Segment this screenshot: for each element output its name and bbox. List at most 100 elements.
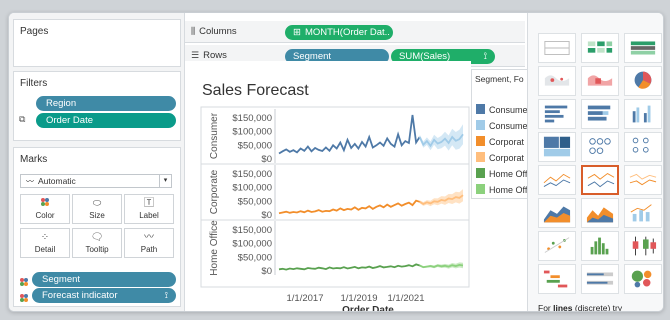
label-icon: 🅃 <box>144 198 154 209</box>
legend-title: Segment, Fo <box>475 74 524 84</box>
showme-area-continuous[interactable] <box>538 198 576 228</box>
showme-box-and-whisker[interactable] <box>624 231 662 261</box>
show-me-hint: For lines (discrete) try <box>538 303 623 312</box>
y-tick-label: $0 <box>261 266 272 277</box>
marks-forecast-pill[interactable]: Forecast indicator ⟟ <box>32 288 176 303</box>
columns-icon: ⫼ <box>191 26 196 36</box>
filters-card: Filters Region ⧉ Order Date <box>13 71 181 141</box>
showme-symbol-map[interactable] <box>538 66 576 96</box>
dual-combination-icon <box>630 204 652 222</box>
showme-stacked-bars[interactable] <box>581 99 619 129</box>
size-icon: ⬭ <box>92 198 102 209</box>
legend-swatch <box>476 136 485 146</box>
y-tick-label: $100,000 <box>232 127 272 138</box>
chart-title: Sales Forecast <box>202 82 309 99</box>
detail-icon: ⁘ <box>40 232 50 243</box>
showme-packed-bubbles[interactable] <box>624 264 662 294</box>
text-table-icon <box>544 41 570 55</box>
legend-item[interactable]: Consume <box>476 104 528 116</box>
pane-label: Consumer <box>209 112 220 159</box>
detail-button[interactable]: ⁘ Detail <box>20 228 70 258</box>
mark-type-select[interactable]: 〰 Automatic ▾ <box>20 174 172 188</box>
area-discrete-icon <box>586 207 614 223</box>
legend-label: Home Offi <box>489 169 529 179</box>
showme-text-table[interactable] <box>538 33 576 63</box>
viz-area: Sales Forecast Consumer $0 $50,000 $100,000 $… <box>185 61 471 311</box>
y-tick-label: $100,000 <box>232 239 272 250</box>
showme-continuous-lines[interactable] <box>538 165 576 195</box>
columns-month-pill[interactable]: ⊞ MONTH(Order Dat.. <box>285 25 393 40</box>
filter-order-date-pill[interactable]: Order Date <box>36 113 176 128</box>
color-label: Color <box>35 211 55 220</box>
showme-gantt-chart[interactable] <box>538 264 576 294</box>
showme-dual-combination[interactable] <box>624 198 662 228</box>
showme-treemap[interactable] <box>538 132 576 162</box>
pages-card: Pages <box>13 19 181 67</box>
left-sidebar: Pages Filters Region ⧉ Order Date Marks … <box>9 13 185 311</box>
pane-label: Corporate <box>209 169 220 214</box>
legend-swatch <box>476 184 485 194</box>
path-label: Path <box>140 245 158 254</box>
horizontal-bars-icon <box>544 105 568 123</box>
showme-discrete-lines[interactable] <box>581 165 619 195</box>
mark-type-line-icon: 〰 <box>26 177 34 186</box>
packed-bubbles-icon <box>631 270 652 288</box>
y-tick-label: $50,000 <box>238 196 272 207</box>
dual-lines-icon <box>629 173 657 186</box>
forecast-pill-label: Forecast indicator <box>42 290 118 301</box>
path-icon: 〰 <box>144 232 154 243</box>
color-legend: Segment, Fo Consume Consume Corporat Corpor… <box>471 69 529 199</box>
label-button[interactable]: 🅃 Label <box>124 194 174 224</box>
showme-bullet-graph[interactable] <box>581 264 619 294</box>
tooltip-label: Tooltip <box>85 245 109 254</box>
size-button[interactable]: ⬭ Size <box>72 194 122 224</box>
showme-histogram[interactable] <box>581 231 619 261</box>
pages-title: Pages <box>20 26 49 37</box>
tooltip-icon: 🗨 <box>90 232 104 243</box>
highlight-table-icon <box>630 41 656 55</box>
marks-title: Marks <box>20 154 48 165</box>
showme-highlight-table[interactable] <box>624 33 662 63</box>
legend-item[interactable]: Corporat <box>476 136 524 148</box>
tooltip-button[interactable]: 🗨 Tooltip <box>72 228 122 258</box>
filter-region-pill[interactable]: Region <box>36 96 176 111</box>
legend-item[interactable]: Home Offi <box>476 168 529 180</box>
y-tick-label: $100,000 <box>232 183 272 194</box>
marks-segment-pill[interactable]: Segment <box>32 272 176 287</box>
gantt-chart-icon <box>543 270 568 288</box>
legend-item[interactable]: Home Offi <box>476 184 528 196</box>
sales-forecast-chart: Sales Forecast Consumer $0 $50,000 $100,000 $… <box>200 82 470 311</box>
histogram-icon <box>590 237 609 255</box>
series-line-actual <box>278 263 420 271</box>
legend-swatch <box>476 104 485 114</box>
showme-heat-map[interactable] <box>581 33 619 63</box>
heat-map-icon <box>587 41 613 53</box>
showme-area-discrete[interactable] <box>581 198 619 228</box>
showme-side-by-side-bars[interactable] <box>624 99 662 129</box>
showme-scatter-plot[interactable] <box>538 231 576 261</box>
legend-swatch <box>476 120 485 130</box>
showme-circle-views[interactable] <box>581 132 619 162</box>
showme-side-by-side-circles[interactable] <box>624 132 662 162</box>
copy-icon: ⧉ <box>19 114 26 124</box>
y-tick-label: $0 <box>261 154 272 165</box>
columns-shelf[interactable]: ⫼ Columns ⊞ MONTH(Order Dat.. <box>185 21 525 43</box>
showme-horizontal-bars[interactable] <box>538 99 576 129</box>
legend-item[interactable]: Consume <box>476 120 528 132</box>
columns-shelf-label: ⫼ Columns <box>191 26 237 37</box>
showme-dual-lines[interactable] <box>624 165 662 195</box>
plus-icon: ⊞ <box>293 27 301 38</box>
size-label: Size <box>89 211 105 220</box>
showme-filled-map[interactable] <box>581 66 619 96</box>
forecast-icon: ⟟ <box>164 290 168 300</box>
path-button[interactable]: 〰 Path <box>124 228 174 258</box>
showme-pie-chart[interactable] <box>624 66 662 96</box>
label-label: Label <box>139 211 159 220</box>
stacked-bars-icon <box>587 105 611 121</box>
y-tick-label: $50,000 <box>238 252 272 263</box>
legend-item[interactable]: Corporat <box>476 152 524 164</box>
area-continuous-icon <box>543 206 571 223</box>
circle-views-icon <box>589 138 611 155</box>
legend-label: Corporat <box>489 153 525 163</box>
color-button[interactable]: Color <box>20 194 70 224</box>
